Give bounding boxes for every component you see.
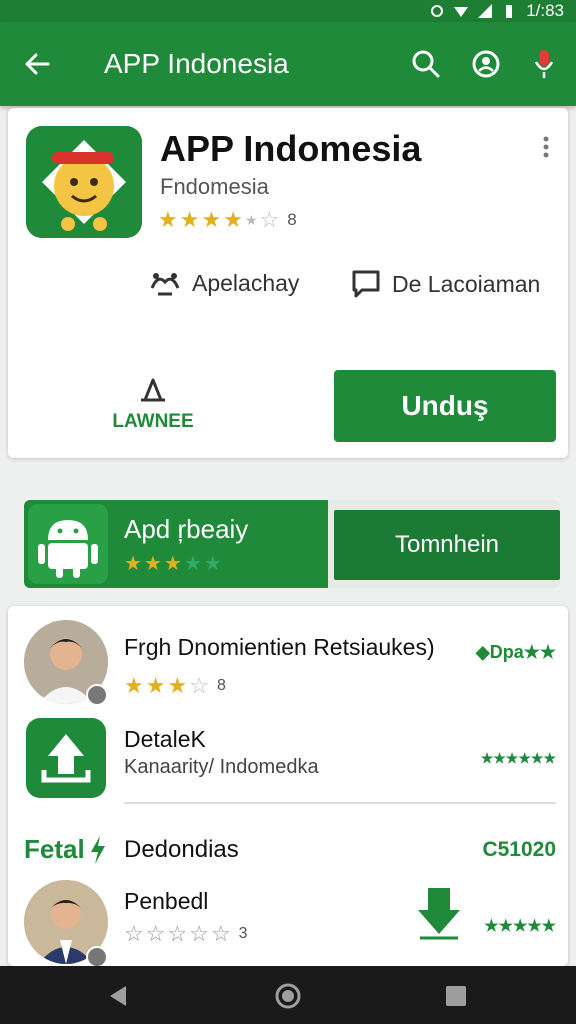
promo-rating: ★ ★ ★ ★ ★ — [124, 552, 222, 576]
alarm-icon — [431, 5, 444, 17]
section-title: Dedondias — [124, 836, 239, 863]
badge-icon — [86, 946, 108, 968]
recents-icon[interactable] — [442, 982, 470, 1010]
star-icon: ★ — [158, 207, 178, 232]
star-outline-icon: ☆ — [167, 921, 188, 946]
install-button[interactable]: Unduş — [334, 370, 556, 442]
app-bar-title: APP Indonesia — [104, 48, 289, 79]
rating-count: 3 — [238, 925, 248, 942]
meta-item-1[interactable]: Apelachay — [148, 268, 299, 298]
app-detail-card: APP Indomesia Fndomesia ★ ★ ★ ★ ★ ☆ 8 Ap… — [8, 108, 568, 458]
search-icon[interactable] — [408, 46, 444, 82]
star-outline-icon: ☆ — [189, 921, 209, 946]
rating-count: 8 — [216, 677, 226, 694]
list-item-subtitle: Kanaarity/ Indomedka — [124, 756, 319, 778]
star-icon: ★ — [145, 673, 166, 698]
star-icon: ★ — [163, 553, 182, 575]
rating-count: 8 — [287, 210, 297, 229]
clock: 1/:83 — [526, 1, 564, 20]
back-arrow-icon[interactable] — [20, 46, 56, 82]
launch-icon — [141, 378, 165, 402]
signal-icon — [478, 4, 493, 18]
star-icon: ★ — [223, 207, 243, 232]
mic-icon[interactable] — [526, 46, 562, 82]
promo-title: Apd ŗbeaiy — [124, 514, 249, 544]
badge-icon — [86, 684, 108, 706]
meta-label-2: De Lacoiaman — [392, 270, 541, 297]
star-icon: ★ — [203, 553, 222, 575]
meta-label-1: Apelachay — [192, 269, 300, 296]
list-item-title: Penbedl — [124, 888, 209, 914]
app-rating: ★ ★ ★ ★ ★ ☆ 8 — [158, 208, 297, 232]
download-icon[interactable] — [416, 888, 462, 940]
app-name: APP Indomesia — [160, 128, 422, 169]
battery-icon — [506, 5, 513, 18]
divider — [124, 802, 556, 804]
upload-icon — [26, 718, 106, 798]
list-item-title: Frgh Dnomientien Retsiaukes) — [124, 634, 435, 660]
list-item-meta: ★★★★★ — [484, 918, 556, 935]
star-outline-icon: ☆ — [210, 921, 231, 946]
account-icon[interactable] — [468, 46, 504, 82]
developer-name[interactable]: Fndomesia — [160, 174, 269, 200]
app-icon — [26, 126, 142, 238]
star-outline-icon: ☆ — [145, 921, 166, 946]
star-icon: ★ — [201, 207, 222, 232]
navigation-bar — [0, 966, 576, 1024]
list-item-meta: ◆Dpa★★ — [475, 642, 556, 662]
back-icon[interactable] — [104, 982, 132, 1010]
bolt-icon — [90, 835, 105, 864]
secondary-action[interactable]: LAWNEE — [108, 376, 198, 433]
star-icon: ★ — [124, 673, 144, 698]
section-label: Fetal — [24, 834, 107, 865]
meta-item-2[interactable]: De Lacoiaman — [350, 268, 540, 300]
app-bar: APP Indonesia — [0, 22, 576, 106]
star-icon: ★ — [143, 553, 162, 575]
list-item-title: DetaleK — [124, 726, 206, 752]
list-item-rating: ☆ ☆ ☆ ☆ ☆ 3 — [124, 922, 248, 946]
list-item-meta: ★★★★★★ — [480, 750, 556, 766]
star-icon: ★ — [183, 553, 202, 575]
star-icon: ★ — [179, 207, 200, 232]
star-icon: ★ — [167, 673, 188, 698]
comment-icon — [352, 270, 380, 298]
star-icon: ★ — [244, 212, 258, 228]
promo-banner[interactable]: Apd ŗbeaiy ★ ★ ★ ★ ★ Tomnhein — [24, 500, 560, 588]
section-label-text: Fetal — [24, 834, 85, 864]
section-value: C51020 — [482, 838, 556, 861]
star-outline-icon: ☆ — [259, 207, 280, 232]
star-outline-icon: ☆ — [124, 921, 144, 946]
star-icon: ★ — [124, 553, 142, 575]
promo-open-button[interactable]: Tomnhein — [334, 510, 560, 580]
star-outline-icon: ☆ — [189, 673, 209, 698]
app-list-card: Frgh Dnomientien Retsiaukes) ★ ★ ★ ☆ 8 ◆… — [8, 606, 568, 968]
wifi-icon — [454, 7, 469, 17]
secondary-action-label: LAWNEE — [112, 411, 194, 432]
status-bar: 1/:83 — [0, 0, 576, 22]
more-vert-icon[interactable] — [536, 132, 556, 162]
handshake-icon — [150, 273, 180, 296]
android-icon — [28, 504, 108, 584]
home-icon[interactable] — [274, 982, 302, 1010]
list-item-rating: ★ ★ ★ ☆ 8 — [124, 674, 226, 698]
